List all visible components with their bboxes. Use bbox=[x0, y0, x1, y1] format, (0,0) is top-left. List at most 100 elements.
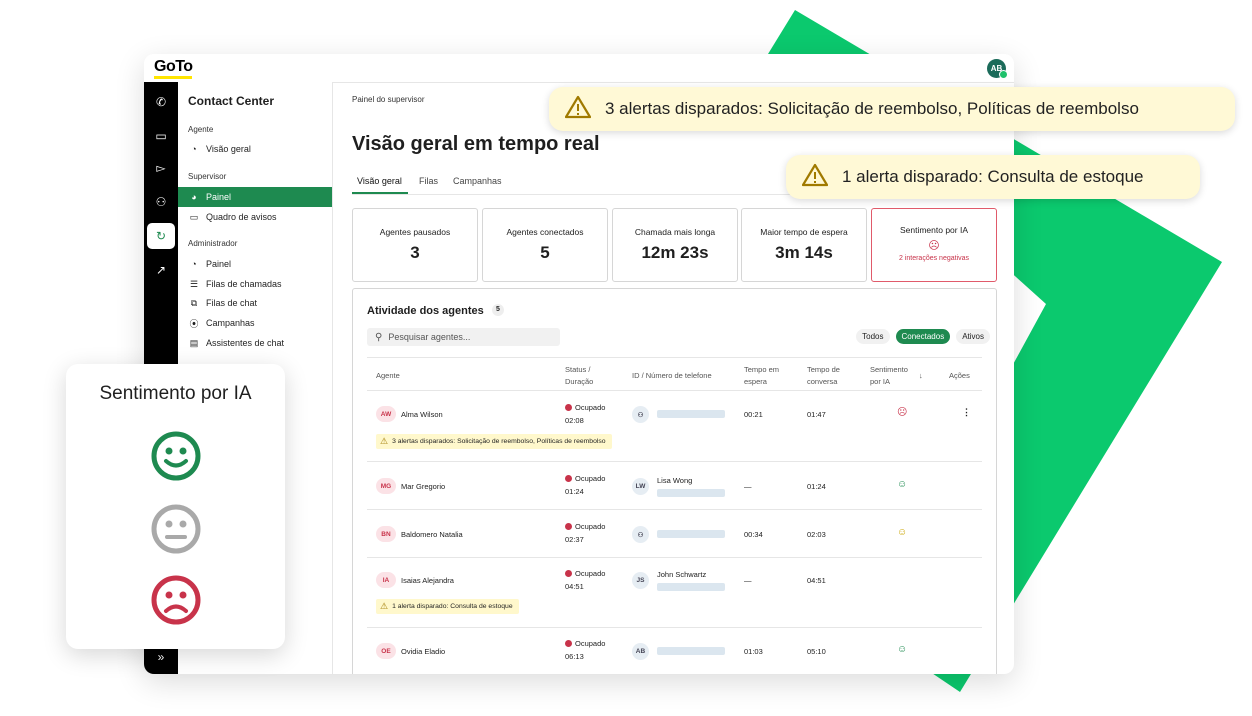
kpi-label: Chamada mais longa bbox=[634, 227, 716, 237]
status-label: Ocupado bbox=[575, 569, 606, 578]
caller-avatar: LW bbox=[632, 478, 649, 495]
agent-activity-panel: Atividade dos agentes 5 ⚲ Pesquisar agent… bbox=[352, 288, 997, 674]
contacts-icon[interactable]: ⚇ bbox=[151, 192, 171, 212]
table-row[interactable]: IA Isaias Alejandra Ocupado 04:51 JS John… bbox=[367, 558, 982, 628]
chat-icon[interactable]: ▭ bbox=[151, 126, 171, 146]
column-header-status[interactable]: Status / Duração bbox=[565, 364, 605, 388]
chat-queue-icon: ⧉ bbox=[190, 297, 198, 308]
status-duration: 06:13 bbox=[565, 652, 584, 661]
person-icon: ⚇ bbox=[632, 406, 649, 423]
row-alert-text: 1 alerta disparado: Consulta de estoque bbox=[392, 603, 513, 610]
status-duration: 02:37 bbox=[565, 535, 584, 544]
column-header-talk[interactable]: Tempo de conversa bbox=[807, 364, 851, 388]
warning-icon: ⚠ bbox=[380, 436, 389, 446]
phone-icon[interactable]: ✆ bbox=[151, 92, 171, 112]
sidebar-item-campanhas[interactable]: ⦿ Campanhas bbox=[178, 313, 332, 333]
agent-avatar: BN bbox=[376, 526, 396, 542]
sidebar-item-label: Painel bbox=[206, 192, 232, 202]
hold-time: 01:03 bbox=[744, 647, 763, 656]
headset-icon[interactable]: ↻ bbox=[147, 223, 175, 249]
sidebar-item-filas-de-chamadas[interactable]: ☰ Filas de chamadas bbox=[178, 274, 332, 294]
agent-status: Ocupado 06:13 bbox=[565, 637, 605, 663]
agent-avatar: AW bbox=[376, 406, 396, 422]
broadcast-icon: ⦿ bbox=[189, 318, 199, 329]
talk-time: 04:51 bbox=[807, 576, 826, 585]
breadcrumb: Painel do supervisor bbox=[352, 95, 425, 104]
kpi-label: Agentes conectados bbox=[506, 227, 584, 237]
table-row[interactable]: BN Baldomero Natalia Ocupado 02:37 ⚇ 00:3… bbox=[367, 510, 982, 558]
active-tab-indicator bbox=[352, 192, 408, 194]
column-header-agente[interactable]: Agente bbox=[376, 370, 400, 382]
sidebar-title: Contact Center bbox=[188, 94, 275, 108]
sidebar-item-visao-geral[interactable]: ◔ Visão geral bbox=[178, 139, 332, 159]
sidebar-section-supervisor: Supervisor bbox=[188, 172, 227, 181]
row-actions-menu-icon[interactable]: ⋮ bbox=[962, 407, 971, 418]
logo-underline bbox=[154, 76, 192, 79]
filter-conectados[interactable]: Conectados bbox=[895, 329, 951, 344]
sentiment-card: Sentimento por IA bbox=[66, 364, 285, 649]
agent-avatar: MG bbox=[376, 478, 396, 494]
warning-icon bbox=[564, 95, 592, 124]
masked-phone-number bbox=[657, 410, 725, 418]
kpi-label: Maior tempo de espera bbox=[760, 227, 848, 237]
alert-toast[interactable]: 3 alertas disparados: Solicitação de ree… bbox=[549, 87, 1235, 131]
table-row[interactable]: OE Ovidia Eladio Ocupado 06:13 AB 01:03 0… bbox=[367, 628, 982, 674]
filter-todos[interactable]: Todos bbox=[856, 329, 890, 344]
kpi-value: 3 bbox=[410, 243, 420, 262]
row-alert-banner: ⚠ 3 alertas disparados: Solicitação de re… bbox=[376, 434, 612, 449]
sort-arrow-icon[interactable]: ↓ bbox=[919, 370, 923, 382]
tab-visao-geral[interactable]: Visão geral bbox=[357, 176, 402, 186]
hold-time: — bbox=[744, 576, 752, 585]
bot-icon: ▤ bbox=[189, 337, 199, 348]
expand-sidebar-button[interactable]: » bbox=[151, 647, 171, 667]
search-input[interactable]: ⚲ Pesquisar agentes... bbox=[367, 328, 560, 346]
hold-time: 00:21 bbox=[744, 410, 763, 419]
kpi-label: Sentimento por IA bbox=[899, 225, 969, 235]
search-placeholder: Pesquisar agentes... bbox=[388, 332, 471, 342]
user-avatar[interactable]: AB bbox=[987, 59, 1008, 79]
kpi-value: 5 bbox=[540, 243, 550, 262]
masked-phone-number bbox=[657, 530, 725, 538]
agent-name: Mar Gregorio bbox=[401, 482, 446, 491]
video-icon[interactable]: ▻ bbox=[151, 158, 171, 178]
board-icon: ▭ bbox=[189, 211, 199, 222]
sidebar-item-label: Filas de chamadas bbox=[206, 279, 282, 289]
tab-campanhas[interactable]: Campanhas bbox=[453, 176, 502, 186]
sidebar-item-filas-de-chat[interactable]: ⧉ Filas de chat bbox=[178, 293, 332, 313]
busy-status-dot bbox=[565, 570, 572, 577]
filter-ativos[interactable]: Ativos bbox=[956, 329, 990, 344]
masked-phone-number bbox=[657, 489, 725, 497]
filter-group: Todos Conectados Ativos bbox=[856, 329, 990, 344]
status-duration: 02:08 bbox=[565, 416, 584, 425]
table-row[interactable]: AW Alma Wilson Ocupado 02:08 ⚇ 00:21 01:4… bbox=[367, 390, 982, 462]
column-header-hold[interactable]: Tempo em espera bbox=[744, 364, 788, 388]
agent-name: Isaias Alejandra bbox=[401, 576, 454, 585]
column-header-id[interactable]: ID / Número de telefone bbox=[632, 370, 712, 382]
column-header-sentiment[interactable]: Sentimento por IA bbox=[870, 364, 914, 388]
table-row[interactable]: MG Mar Gregorio Ocupado 01:24 LW Lisa Won… bbox=[367, 462, 982, 510]
list-icon: ☰ bbox=[189, 278, 199, 289]
agent-status: Ocupado 01:24 bbox=[565, 472, 605, 498]
kpi-card: Maior tempo de espera 3m 14s bbox=[741, 208, 867, 282]
kpi-card: Agentes pausados 3 bbox=[352, 208, 478, 282]
sidebar-item-quadro-de-avisos[interactable]: ▭ Quadro de avisos bbox=[178, 207, 332, 227]
sidebar-item-painel-supervisor[interactable]: ◕ Painel bbox=[178, 187, 332, 207]
kpi-card: Agentes conectados 5 bbox=[482, 208, 608, 282]
masked-phone-number bbox=[657, 583, 725, 591]
tab-filas[interactable]: Filas bbox=[419, 176, 438, 186]
busy-status-dot bbox=[565, 640, 572, 647]
gauge-icon: ◔ bbox=[191, 144, 197, 154]
sidebar-item-painel-admin[interactable]: ◔ Painel bbox=[178, 254, 332, 274]
kpi-value: 12m 23s bbox=[641, 243, 709, 262]
status-label: Ocupado bbox=[575, 403, 606, 412]
sidebar-item-label: Quadro de avisos bbox=[206, 212, 277, 222]
negative-sentiment-icon: ☹ bbox=[897, 407, 908, 418]
sidebar-item-label: Filas de chat bbox=[206, 298, 258, 308]
agent-name: Baldomero Natalia bbox=[401, 530, 463, 539]
dashboard-icon: ◕ bbox=[191, 192, 197, 202]
sidebar-item-assistentes-de-chat[interactable]: ▤ Assistentes de chat bbox=[178, 333, 332, 353]
agent-avatar: IA bbox=[376, 572, 396, 588]
alert-toast[interactable]: 1 alerta disparado: Consulta de estoque bbox=[786, 155, 1200, 199]
alert-toast-text: 3 alertas disparados: Solicitação de ree… bbox=[605, 99, 1139, 118]
analytics-icon[interactable]: ↗ bbox=[151, 260, 171, 280]
